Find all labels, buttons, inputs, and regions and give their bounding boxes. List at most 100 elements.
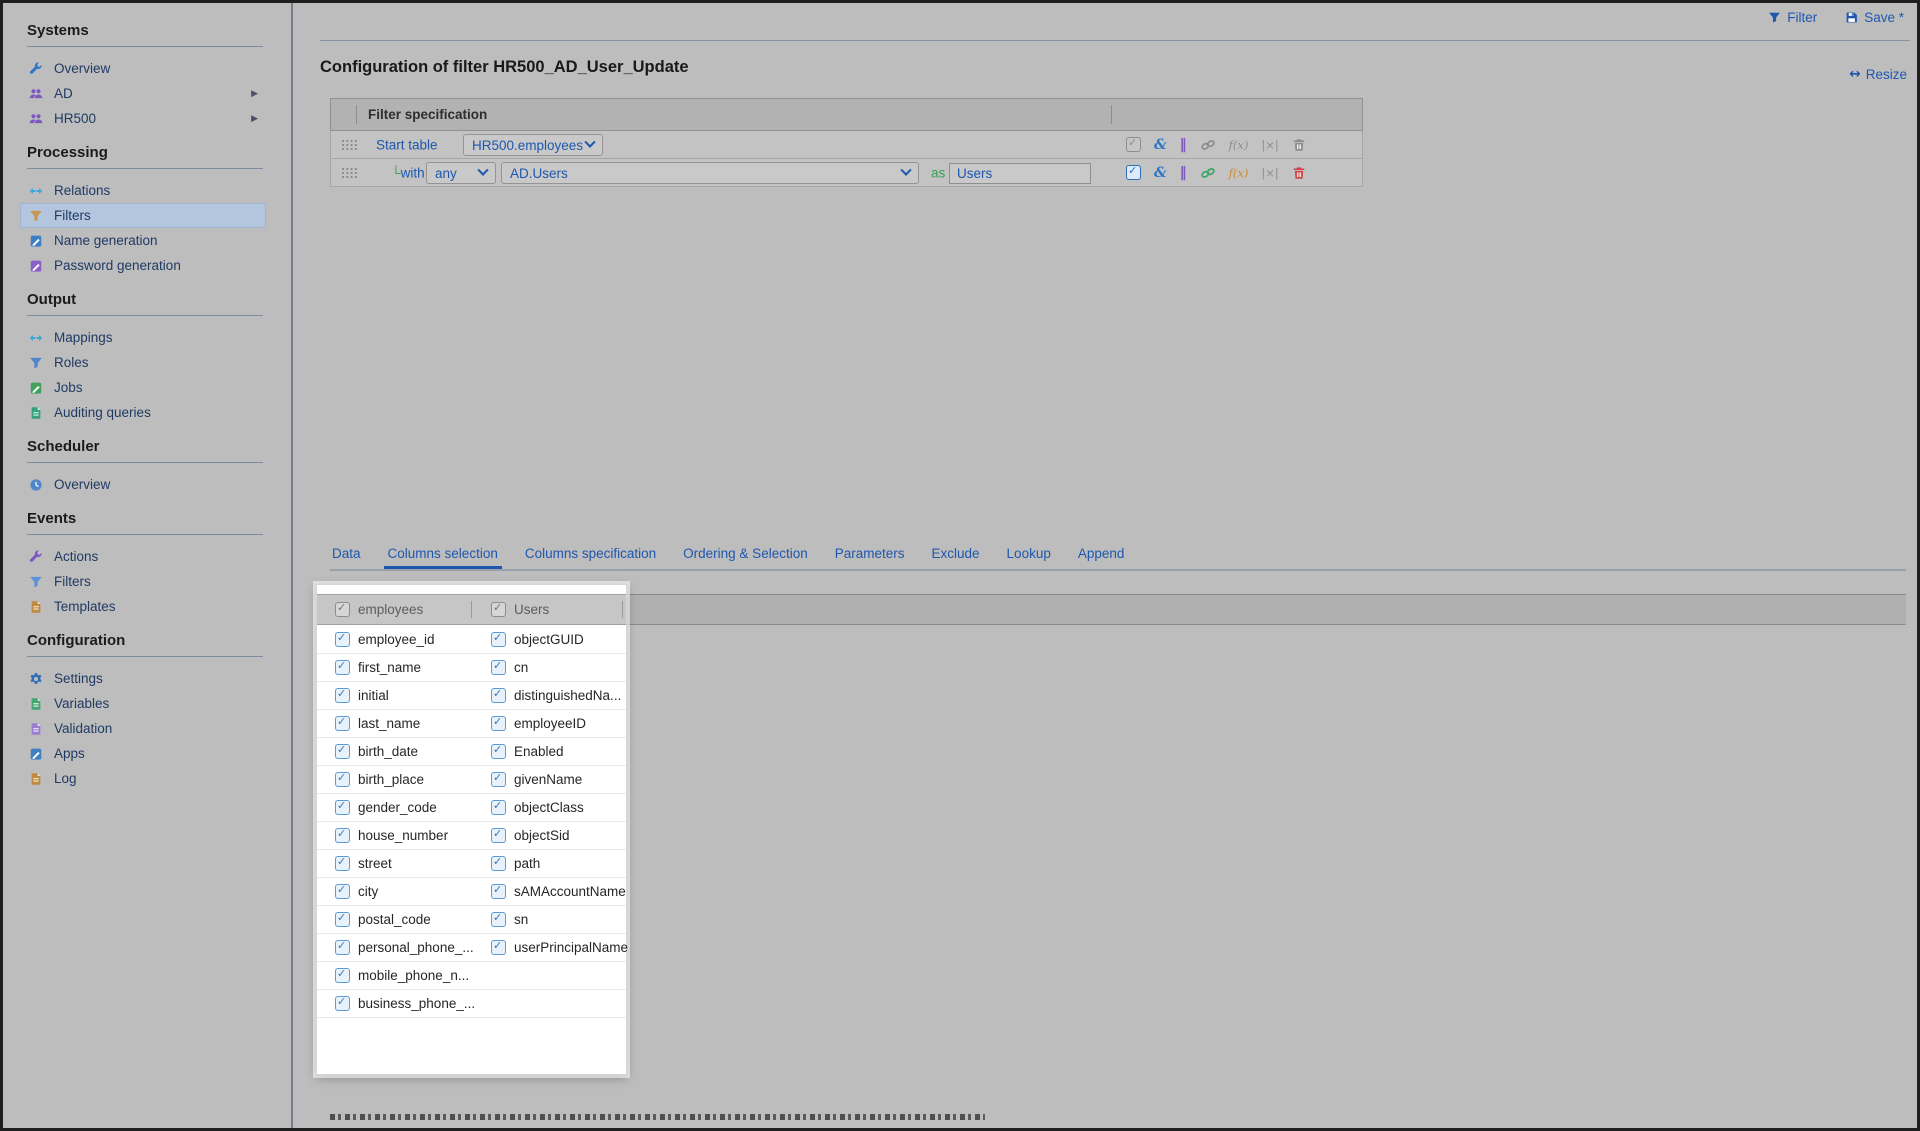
sidebar-item-actions[interactable]: Actions: [20, 544, 266, 569]
column-checkbox[interactable]: [335, 856, 350, 871]
column-checkbox[interactable]: [491, 688, 506, 703]
pencil-doc-icon: [29, 747, 43, 761]
sidebar-item-overview[interactable]: Overview: [20, 56, 266, 81]
column-checkbox[interactable]: [335, 800, 350, 815]
sidebar-item-mappings[interactable]: Mappings: [20, 325, 266, 350]
clear-icon[interactable]: [1261, 138, 1278, 152]
document-icon: [29, 600, 43, 614]
row-actions: [1126, 131, 1306, 158]
select-all-employees-checkbox[interactable]: [335, 602, 350, 617]
column-checkbox[interactable]: [335, 968, 350, 983]
drag-handle-icon[interactable]: [341, 139, 358, 151]
column-checkbox[interactable]: [491, 828, 506, 843]
column-checkbox[interactable]: [491, 856, 506, 871]
column-checkbox[interactable]: [491, 660, 506, 675]
column-checkbox[interactable]: [491, 800, 506, 815]
document-icon: [29, 406, 43, 420]
column-row: birth_dateEnabled: [317, 738, 626, 766]
wrench-icon: [29, 550, 43, 564]
column-row: first_namecn: [317, 654, 626, 682]
tab-columns-selection[interactable]: Columns selection: [388, 546, 498, 569]
sidebar-item-password-generation[interactable]: Password generation: [20, 253, 266, 278]
filter-button[interactable]: Filter: [1768, 10, 1817, 25]
sidebar-item-log[interactable]: Log: [20, 766, 266, 791]
sidebar-item-relations[interactable]: Relations: [20, 178, 266, 203]
column-checkbox[interactable]: [335, 688, 350, 703]
column-checkbox[interactable]: [491, 772, 506, 787]
function-icon[interactable]: [1229, 138, 1249, 152]
link-icon[interactable]: [1200, 165, 1216, 181]
column-checkbox[interactable]: [491, 632, 506, 647]
column-checkbox[interactable]: [335, 772, 350, 787]
checkbox-icon[interactable]: [1126, 165, 1141, 180]
section-divider: [27, 315, 263, 316]
sidebar-item-templates[interactable]: Templates: [20, 594, 266, 619]
column-checkbox[interactable]: [335, 632, 350, 647]
tab-columns-specification[interactable]: Columns specification: [525, 546, 656, 569]
tab-data[interactable]: Data: [332, 546, 361, 569]
sidebar-item-ad[interactable]: AD ▶: [20, 81, 266, 106]
tab-lookup[interactable]: Lookup: [1007, 546, 1051, 569]
checkbox-icon[interactable]: [1126, 137, 1141, 152]
trash-icon[interactable]: [1292, 138, 1306, 152]
column-checkbox[interactable]: [335, 828, 350, 843]
tab-append[interactable]: Append: [1078, 546, 1125, 569]
sidebar-item-settings[interactable]: Settings: [20, 666, 266, 691]
column-checkbox[interactable]: [335, 996, 350, 1011]
filter-spec-header: Filter specification: [330, 98, 1363, 131]
sidebar-item-hr500[interactable]: HR500 ▶: [20, 106, 266, 131]
quantifier-select[interactable]: any: [426, 162, 496, 184]
resize-button[interactable]: ↔ Resize: [1849, 66, 1907, 82]
section-divider: [27, 46, 263, 47]
select-all-users-checkbox[interactable]: [491, 602, 506, 617]
sidebar-item-validation[interactable]: Validation: [20, 716, 266, 741]
sidebar-item-scheduler-overview[interactable]: Overview: [20, 472, 266, 497]
document-icon: [29, 772, 43, 786]
tab-parameters[interactable]: Parameters: [835, 546, 905, 569]
drag-handle-icon[interactable]: [341, 167, 358, 179]
column-checkbox[interactable]: [335, 912, 350, 927]
sidebar-item-filters[interactable]: Filters: [20, 203, 266, 228]
ampersand-icon[interactable]: [1154, 165, 1167, 181]
clear-icon[interactable]: [1261, 166, 1278, 180]
sidebar-item-jobs[interactable]: Jobs: [20, 375, 266, 400]
sidebar-item-event-filters[interactable]: Filters: [20, 569, 266, 594]
tab-exclude[interactable]: Exclude: [932, 546, 980, 569]
column-checkbox[interactable]: [491, 716, 506, 731]
function-icon[interactable]: [1229, 166, 1249, 180]
parallel-icon[interactable]: [1180, 137, 1187, 153]
sidebar-divider: [291, 3, 293, 1128]
chevron-down-icon: [477, 165, 488, 176]
save-button[interactable]: Save *: [1845, 10, 1904, 25]
funnel-icon: [29, 209, 43, 223]
column-checkbox[interactable]: [335, 716, 350, 731]
employees-column-header: employees: [358, 602, 423, 617]
column-checkbox[interactable]: [335, 744, 350, 759]
column-checkbox[interactable]: [335, 940, 350, 955]
column-row: personal_phone_...userPrincipalName: [317, 934, 626, 962]
column-checkbox[interactable]: [491, 940, 506, 955]
column-checkbox[interactable]: [491, 912, 506, 927]
start-table-select[interactable]: HR500.employees: [463, 134, 603, 156]
section-title-systems: Systems: [20, 9, 291, 46]
sidebar-item-apps[interactable]: Apps: [20, 741, 266, 766]
trash-icon[interactable]: [1292, 166, 1306, 180]
section-divider: [27, 534, 263, 535]
column-checkbox[interactable]: [335, 884, 350, 899]
parallel-icon[interactable]: [1180, 165, 1187, 181]
sidebar-item-variables[interactable]: Variables: [20, 691, 266, 716]
sidebar-item-name-generation[interactable]: Name generation: [20, 228, 266, 253]
column-row: gender_codeobjectClass: [317, 794, 626, 822]
target-table-select[interactable]: AD.Users: [501, 162, 919, 184]
sidebar-item-roles[interactable]: Roles: [20, 350, 266, 375]
ampersand-icon[interactable]: [1154, 137, 1167, 153]
column-checkbox[interactable]: [491, 884, 506, 899]
alias-input[interactable]: Users: [949, 163, 1091, 184]
tab-ordering-selection[interactable]: Ordering & Selection: [683, 546, 808, 569]
column-checkbox[interactable]: [335, 660, 350, 675]
relations-arrows-icon: [29, 331, 43, 345]
document-icon: [29, 697, 43, 711]
link-icon[interactable]: [1200, 137, 1216, 153]
sidebar-item-auditing-queries[interactable]: Auditing queries: [20, 400, 266, 425]
column-checkbox[interactable]: [491, 744, 506, 759]
